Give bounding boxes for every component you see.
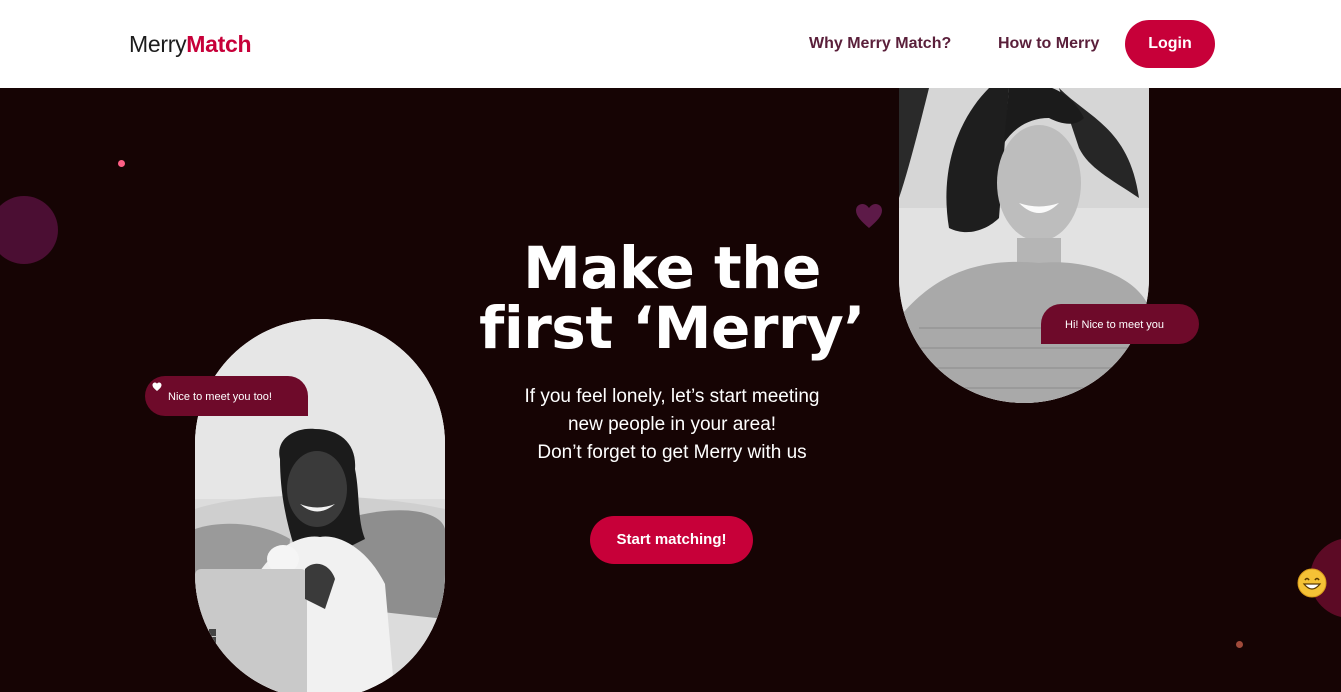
hero-subtext: If you feel lonely, let’s start meeting … xyxy=(472,383,872,467)
subtext-line: new people in your area! xyxy=(567,414,777,435)
logo-text-match: Match xyxy=(186,31,252,57)
login-button[interactable]: Login xyxy=(1125,20,1215,68)
heart-icon xyxy=(856,204,882,228)
headline-line: first ‘Merry’ xyxy=(479,294,865,362)
decorative-dot xyxy=(118,160,125,167)
chat-bubble-text: Nice to meet you too! xyxy=(168,391,272,403)
decorative-dot xyxy=(1236,641,1243,648)
decorative-circle xyxy=(0,196,58,264)
nav-link-how-to-merry[interactable]: How to Merry xyxy=(998,34,1099,54)
start-matching-button[interactable]: Start matching! xyxy=(590,516,753,564)
chat-bubble-text: Hi! Nice to meet you xyxy=(1065,319,1165,331)
hero-section: Hi! Nice to meet you Nice to meet you to… xyxy=(0,88,1341,692)
chat-bubble-hi: Hi! Nice to meet you xyxy=(1041,304,1199,344)
chat-bubble-nice-to-meet-you-too: Nice to meet you too! xyxy=(145,376,308,416)
logo-text-merry: Merry xyxy=(129,31,187,57)
nav-link-why-merry-match[interactable]: Why Merry Match? xyxy=(809,34,951,54)
profile-photo-woman-with-laptop xyxy=(195,319,445,692)
top-navbar: MerryMatch Why Merry Match? How to Merry… xyxy=(0,0,1341,88)
subtext-line: Don’t forget to get Merry with us xyxy=(537,442,807,463)
heart-icon xyxy=(152,382,162,391)
subtext-line: If you feel lonely, let’s start meeting xyxy=(524,386,820,407)
hero-headline: Make the first ‘Merry’ xyxy=(472,238,872,358)
headline-line: Make the xyxy=(523,234,821,302)
grinning-emoji-icon xyxy=(1297,568,1327,598)
logo[interactable]: MerryMatch xyxy=(129,30,252,58)
profile-photo-woman-laughing xyxy=(899,88,1149,403)
